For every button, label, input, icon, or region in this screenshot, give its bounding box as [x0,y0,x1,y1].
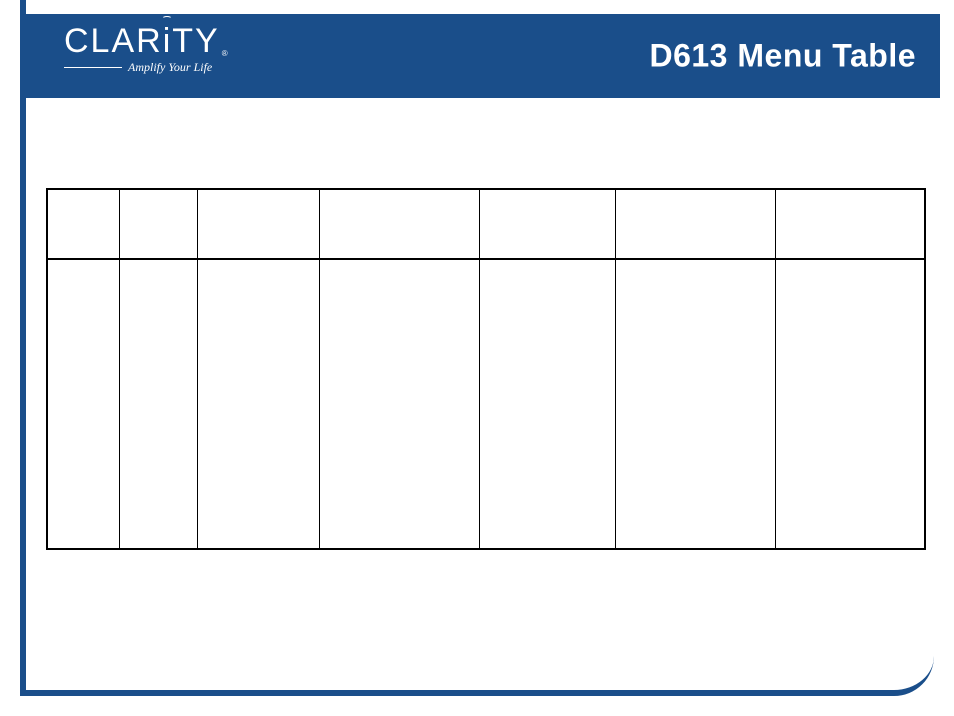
table-header-cell [479,189,615,259]
brand-logo: CLARiTY® Amplify Your Life [64,24,230,75]
menu-table [46,188,926,550]
brand-name: CLARiTY® [64,24,230,58]
table-cell [775,259,925,549]
table-cell [119,259,197,549]
brand-tagline: Amplify Your Life [128,60,212,75]
divider-line [64,67,122,68]
registered-mark: ® [222,50,230,58]
table-cell [479,259,615,549]
header-bar: CLARiTY® Amplify Your Life D613 Menu Tab… [20,14,940,98]
table-header-cell [197,189,319,259]
wifi-arc-icon: i [163,24,173,58]
table-header-cell [119,189,197,259]
table-header-cell [47,189,119,259]
page-title: D613 Menu Table [649,38,916,75]
table-row [47,259,925,549]
brand-tagline-row: Amplify Your Life [64,60,230,75]
slide-frame: CLARiTY® Amplify Your Life D613 Menu Tab… [20,0,934,696]
table-cell [197,259,319,549]
content-area [46,188,924,550]
table-cell [47,259,119,549]
table-header-cell [775,189,925,259]
table-header-row [47,189,925,259]
table-cell [319,259,479,549]
table-header-cell [319,189,479,259]
table-cell [615,259,775,549]
table-header-cell [615,189,775,259]
